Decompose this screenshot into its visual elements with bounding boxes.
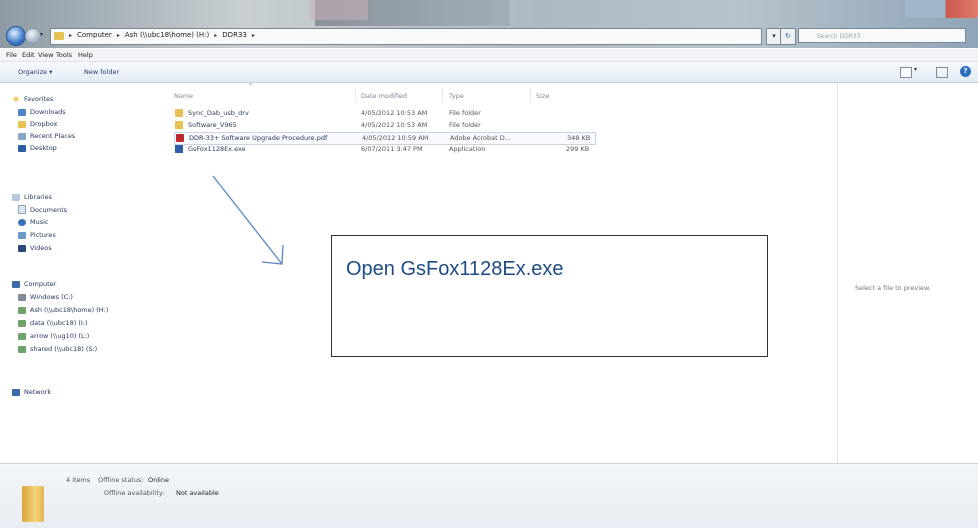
offline-availability-label: Offline availability:	[104, 489, 165, 497]
callout-text: Open GsFox1128Ex.exe	[346, 258, 564, 280]
arrow-line	[212, 175, 283, 265]
offline-status-value: Online	[148, 476, 169, 484]
offline-status-label: Offline status:	[98, 476, 144, 484]
item-count: 4 items	[66, 476, 91, 484]
offline-availability-value: Not available	[176, 489, 219, 497]
folder-icon	[22, 486, 44, 522]
preview-message: Select a file to preview.	[855, 284, 931, 292]
details-pane: 4 items Offline status: Online Offline a…	[0, 463, 978, 528]
preview-pane: Select a file to preview.	[837, 83, 978, 463]
annotation-callout: Open GsFox1128Ex.exe	[331, 235, 768, 357]
